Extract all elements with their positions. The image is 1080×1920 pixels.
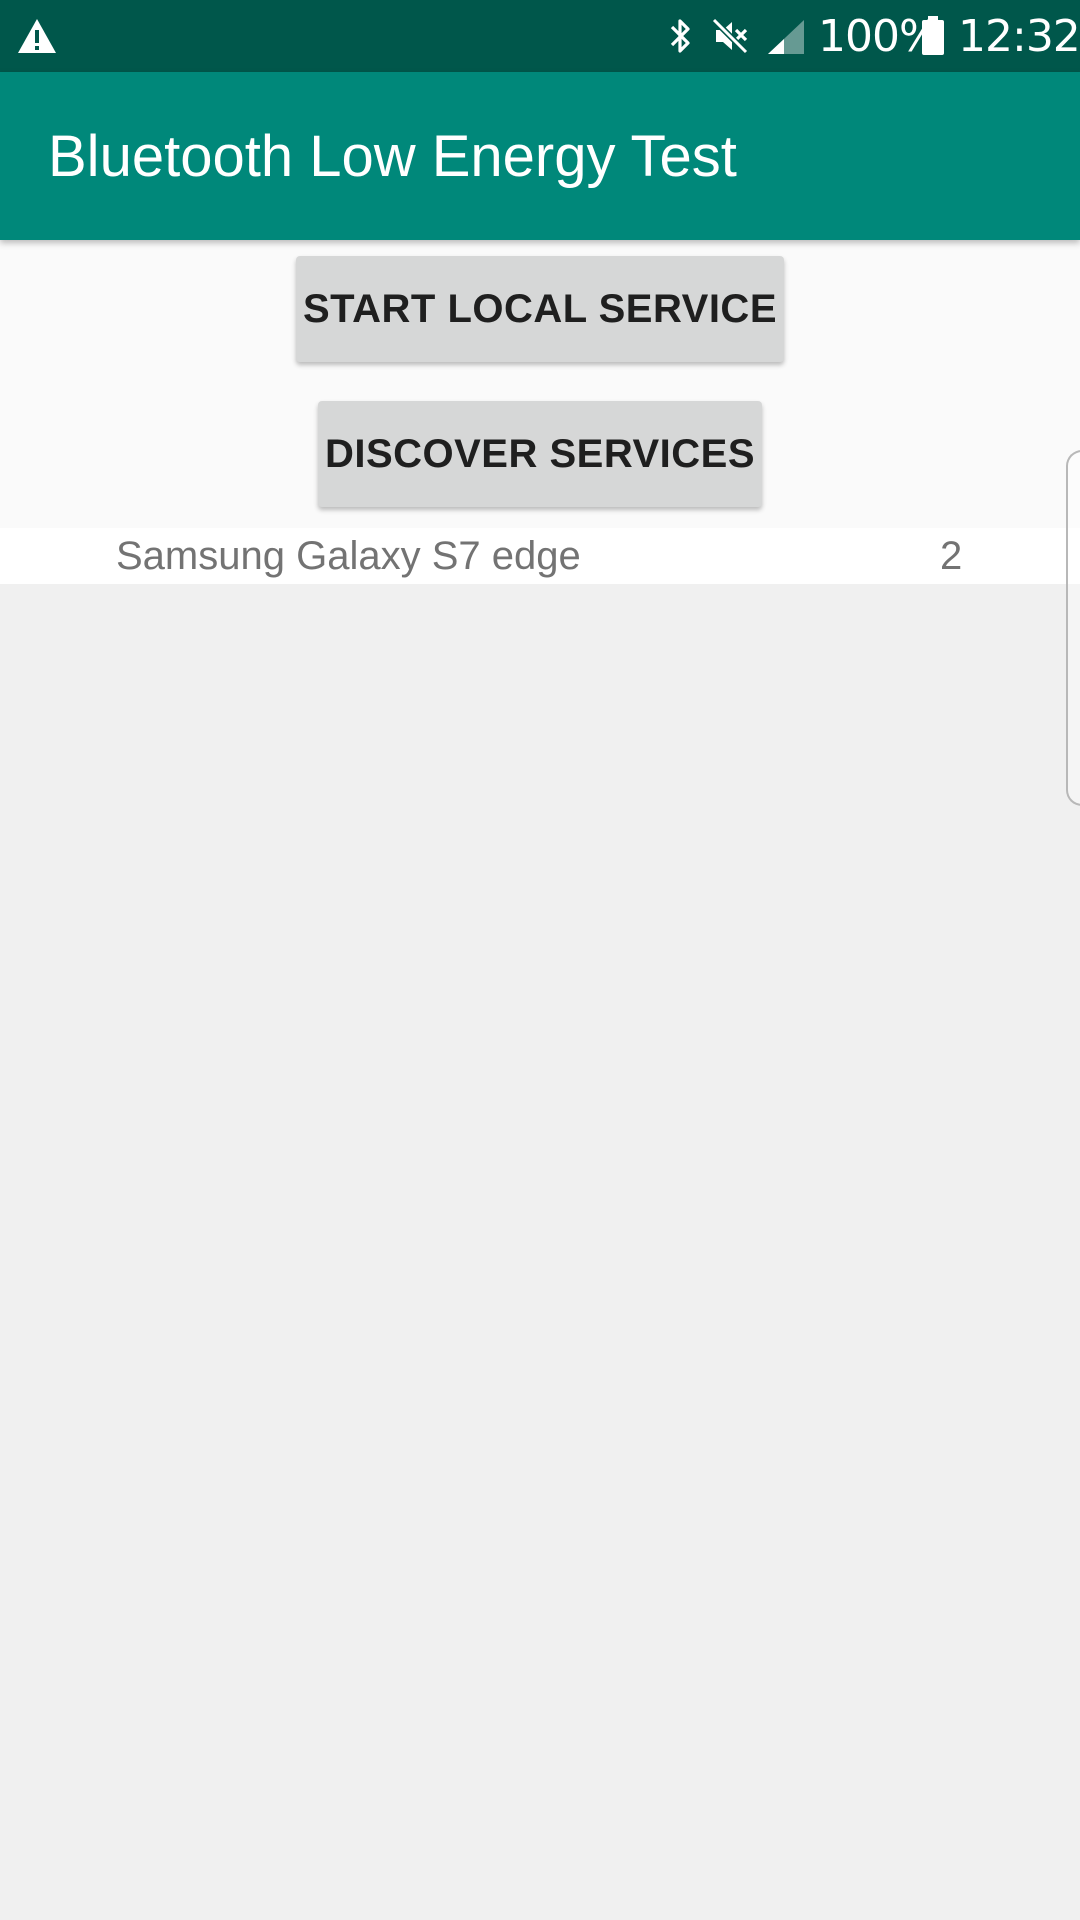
actions-panel: START LOCAL SERVICE DISCOVER SERVICES	[0, 240, 1080, 528]
device-service-count: 2	[940, 533, 963, 578]
battery-icon	[920, 0, 946, 72]
page-title: Bluetooth Low Energy Test	[48, 123, 737, 189]
app-bar: Bluetooth Low Energy Test	[0, 72, 1080, 240]
device-name: Samsung Galaxy S7 edge	[116, 533, 581, 578]
status-time: 12:32	[958, 10, 1080, 62]
edge-panel-handle[interactable]	[1066, 450, 1080, 806]
bluetooth-icon	[666, 0, 696, 72]
status-bar: 100% 12:32	[0, 0, 1080, 72]
volume-mute-icon	[710, 0, 750, 72]
start-local-service-button[interactable]: START LOCAL SERVICE	[296, 256, 784, 362]
signal-icon	[766, 0, 806, 72]
discover-services-button[interactable]: DISCOVER SERVICES	[318, 401, 762, 507]
warning-icon	[16, 0, 58, 72]
list-item[interactable]: Samsung Galaxy S7 edge 2	[0, 528, 1080, 584]
